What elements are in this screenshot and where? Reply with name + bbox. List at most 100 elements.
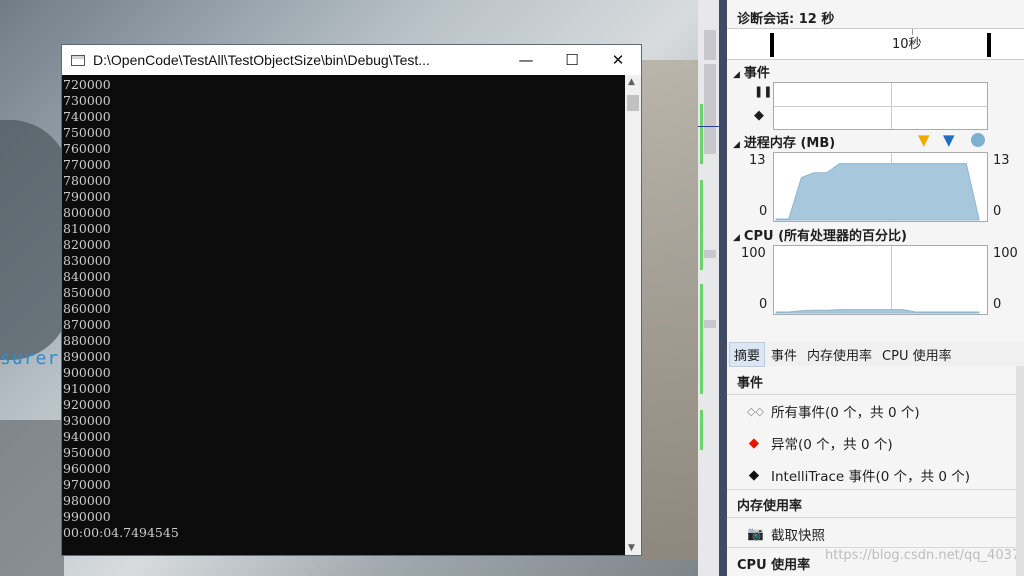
- divider: [727, 489, 1017, 490]
- gc-marker-icon[interactable]: ▼: [918, 131, 930, 149]
- divider: [727, 394, 1017, 395]
- tab-summary[interactable]: 摘要: [729, 341, 766, 367]
- cpu-graph[interactable]: [773, 245, 988, 315]
- console-title: D:\OpenCode\TestAll\TestObjectSize\bin\D…: [93, 52, 430, 68]
- console-output-line: 940000: [63, 429, 111, 444]
- tab-memory-usage[interactable]: 内存使用率: [803, 343, 876, 366]
- panel-splitter[interactable]: [719, 0, 727, 576]
- console-output-line: 790000: [63, 189, 111, 204]
- console-output-line: 810000: [63, 221, 111, 236]
- maximize-button[interactable]: ☐: [549, 45, 595, 75]
- margin-block: [704, 320, 716, 328]
- console-output-line: 750000: [63, 125, 111, 140]
- margin-block: [704, 30, 716, 60]
- private-bytes-icon[interactable]: [971, 133, 985, 147]
- intellitrace-icon: ◆: [748, 467, 760, 483]
- take-snapshot-button[interactable]: 📷 截取快照: [747, 524, 825, 544]
- camera-icon: 📷: [747, 526, 764, 542]
- cpu-min-right: 0: [993, 297, 1002, 312]
- console-output-line: 760000: [63, 141, 111, 156]
- desktop-decor: [0, 420, 64, 576]
- console-output-line: 770000: [63, 157, 111, 172]
- scroll-thumb[interactable]: [627, 95, 639, 111]
- all-events-icon: ◇◇: [747, 404, 764, 418]
- grid-line: [774, 106, 987, 107]
- all-events-item[interactable]: ◇◇ 所有事件(0 个，共 0 个): [747, 401, 920, 422]
- memory-graph-title: 进程内存 (MB): [743, 136, 836, 151]
- console-output-line: 870000: [63, 317, 111, 332]
- cpu-min-left: 0: [759, 297, 768, 312]
- console-output-line: 880000: [63, 333, 111, 348]
- margin-block: [704, 250, 716, 258]
- change-marker: [700, 410, 703, 450]
- console-output[interactable]: 720000 730000 740000 750000 760000 770000 7800…: [62, 75, 625, 555]
- console-output-line: 850000: [63, 285, 111, 300]
- events-graph-title: 事件: [743, 66, 770, 81]
- pause-icon: ❚❚: [754, 85, 773, 98]
- timeline-ruler[interactable]: 10秒: [727, 28, 1024, 60]
- exceptions-item[interactable]: ◆ 异常(0 个，共 0 个): [747, 433, 893, 453]
- console-output-line: 970000: [63, 477, 111, 492]
- console-output-line: 930000: [63, 413, 111, 428]
- memory-graph[interactable]: [773, 152, 988, 222]
- intellitrace-label: IntelliTrace 事件(0 个，共 0 个): [771, 469, 971, 485]
- console-output-line: 920000: [63, 397, 111, 412]
- scroll-up-icon[interactable]: ▲: [628, 77, 635, 87]
- margin-block: [704, 64, 716, 154]
- watermark: https://blog.csdn.net/qq_40374647: [825, 548, 1024, 563]
- cpu-max-right: 100: [993, 246, 1018, 261]
- console-window[interactable]: D:\OpenCode\TestAll\TestObjectSize\bin\D…: [61, 44, 642, 556]
- tab-events[interactable]: 事件: [767, 343, 801, 366]
- exception-icon: ◆: [748, 435, 760, 451]
- console-output-line: 890000: [63, 349, 111, 364]
- scroll-down-icon[interactable]: ▼: [628, 543, 635, 553]
- chart-area: [775, 163, 980, 221]
- collapse-icon[interactable]: ◢: [733, 70, 740, 80]
- snapshot-marker-icon[interactable]: ▼: [943, 131, 955, 149]
- desktop-decor: [640, 60, 700, 560]
- cpu-section-header: CPU 使用率: [737, 558, 811, 573]
- collapse-icon[interactable]: ◢: [733, 140, 740, 150]
- console-output-line: 900000: [63, 365, 111, 380]
- diagnostic-tools-panel: 诊断会话: 12 秒 10秒 ◢ 事件 ❚❚ ◆ ◢ 进程内存 (MB) ▼ ▼ 1…: [727, 0, 1024, 576]
- close-button[interactable]: ✕: [595, 45, 641, 75]
- tab-cpu-usage[interactable]: CPU 使用率: [878, 343, 956, 366]
- diamond-icon: ◆: [754, 108, 764, 123]
- console-output-line: 800000: [63, 205, 111, 220]
- console-output-line: 910000: [63, 381, 111, 396]
- console-output-line: 730000: [63, 93, 111, 108]
- cpu-graph-header[interactable]: ◢ CPU (所有处理器的百分比): [733, 225, 907, 244]
- memory-min-left: 0: [759, 204, 768, 219]
- console-output-line: 830000: [63, 253, 111, 268]
- console-titlebar[interactable]: D:\OpenCode\TestAll\TestObjectSize\bin\D…: [62, 45, 641, 75]
- change-marker: [700, 180, 703, 270]
- diag-tabs: 摘要 事件 内存使用率 CPU 使用率: [727, 341, 1024, 367]
- console-output-line: 840000: [63, 269, 111, 284]
- console-output-line: 00:00:04.7494545: [63, 525, 179, 540]
- take-snapshot-label: 截取快照: [771, 528, 825, 544]
- events-section-header: 事件: [737, 376, 764, 391]
- memory-chart: [775, 163, 980, 221]
- panel-scrollbar[interactable]: [1016, 366, 1024, 576]
- memory-max-right: 13: [993, 153, 1010, 168]
- timeline-end-handle[interactable]: [987, 33, 991, 57]
- console-output-line: 960000: [63, 461, 111, 476]
- all-events-label: 所有事件(0 个，共 0 个): [771, 405, 920, 421]
- console-output-line: 740000: [63, 109, 111, 124]
- events-graph-header[interactable]: ◢ 事件: [733, 62, 770, 81]
- console-app-icon[interactable]: [71, 54, 85, 66]
- collapse-icon[interactable]: ◢: [733, 233, 740, 243]
- memory-graph-header[interactable]: ◢ 进程内存 (MB): [733, 132, 835, 151]
- console-output-line: 820000: [63, 237, 111, 252]
- console-output-line: 980000: [63, 493, 111, 508]
- cpu-graph-title: CPU (所有处理器的百分比): [743, 229, 907, 244]
- events-graph[interactable]: [773, 82, 988, 130]
- console-output-line: 720000: [63, 77, 111, 92]
- console-scrollbar[interactable]: ▲ ▼: [625, 75, 641, 555]
- minimize-button[interactable]: —: [503, 45, 549, 75]
- memory-section-header: 内存使用率: [737, 499, 803, 514]
- cpu-chart: [775, 309, 980, 314]
- intellitrace-item[interactable]: ◆ IntelliTrace 事件(0 个，共 0 个): [747, 465, 970, 485]
- timeline-label: 10秒: [892, 37, 922, 52]
- timeline-start-handle[interactable]: [770, 33, 774, 57]
